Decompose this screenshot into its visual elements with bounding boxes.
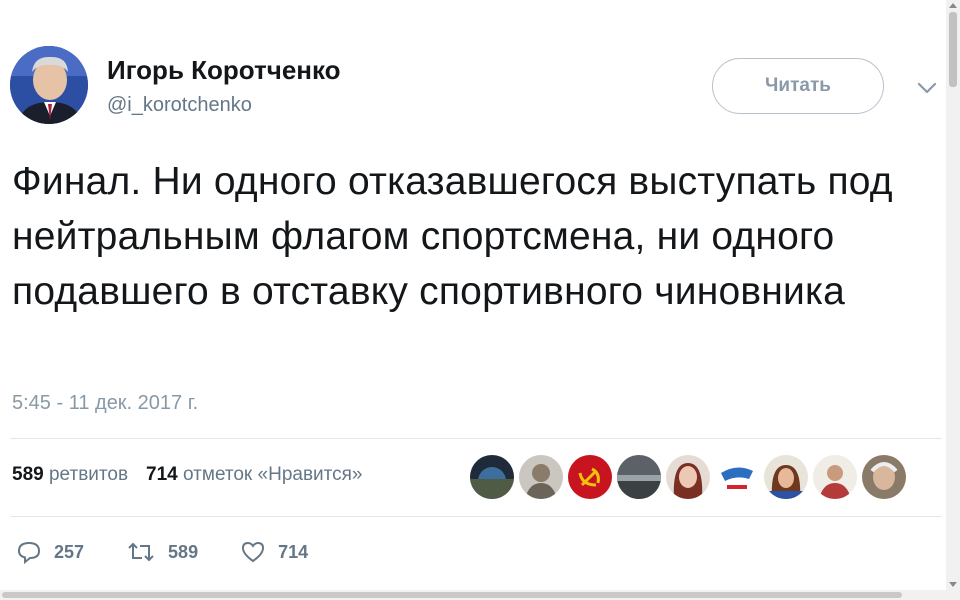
liker-avatar[interactable] (617, 455, 661, 499)
likes-stat[interactable]: 714 отметок «Нравится» (146, 464, 362, 486)
scrollbar-thumb[interactable] (2, 592, 902, 598)
heart-icon (242, 541, 265, 563)
liker-avatar[interactable] (862, 455, 906, 499)
follow-button[interactable]: Читать (712, 58, 884, 114)
liker-avatar[interactable] (715, 455, 759, 499)
avatar[interactable] (10, 46, 88, 124)
retweets-label: ретвитов (48, 464, 129, 485)
retweet-count: 589 (168, 541, 199, 562)
vertical-scrollbar[interactable] (946, 0, 960, 600)
like-button[interactable]: 714 (240, 540, 308, 564)
reply-count: 257 (54, 541, 85, 562)
avatar-photo (10, 46, 88, 124)
tweet-actions: 257 589 714 (16, 540, 308, 564)
liker-avatars (470, 455, 911, 499)
tweet-text: Финал. Ни одного отказавшегося выступать… (12, 160, 893, 313)
liker-avatar[interactable] (764, 455, 808, 499)
liker-avatar[interactable] (666, 455, 710, 499)
reply-button[interactable]: 257 (16, 540, 84, 564)
scroll-up-arrow[interactable] (949, 3, 957, 8)
like-count: 714 (278, 541, 309, 562)
tweet-timestamp[interactable]: 5:45 - 11 дек. 2017 г. (12, 392, 198, 415)
liker-avatar[interactable] (470, 455, 514, 499)
user-handle[interactable]: @i_korotchenko (107, 94, 252, 117)
chevron-down-icon[interactable] (916, 80, 938, 96)
likes-label: отметок «Нравится» (183, 464, 363, 485)
reply-icon (17, 541, 41, 564)
divider (10, 516, 942, 517)
liker-avatar[interactable] (813, 455, 857, 499)
scroll-down-arrow[interactable] (949, 582, 957, 587)
horizontal-scrollbar[interactable] (0, 590, 946, 600)
likes-count: 714 (146, 464, 178, 485)
retweet-button[interactable]: 589 (126, 540, 198, 564)
retweet-icon (128, 542, 154, 562)
tweet-stats: 589 ретвитов 714 отметок «Нравится» (12, 464, 363, 486)
retweets-stat[interactable]: 589 ретвитов (12, 464, 128, 486)
liker-avatar[interactable] (568, 455, 612, 499)
retweets-count: 589 (12, 464, 44, 485)
display-name[interactable]: Игорь Коротченко (107, 55, 341, 86)
liker-avatar[interactable] (519, 455, 563, 499)
scrollbar-thumb[interactable] (949, 12, 957, 87)
divider (10, 438, 942, 439)
